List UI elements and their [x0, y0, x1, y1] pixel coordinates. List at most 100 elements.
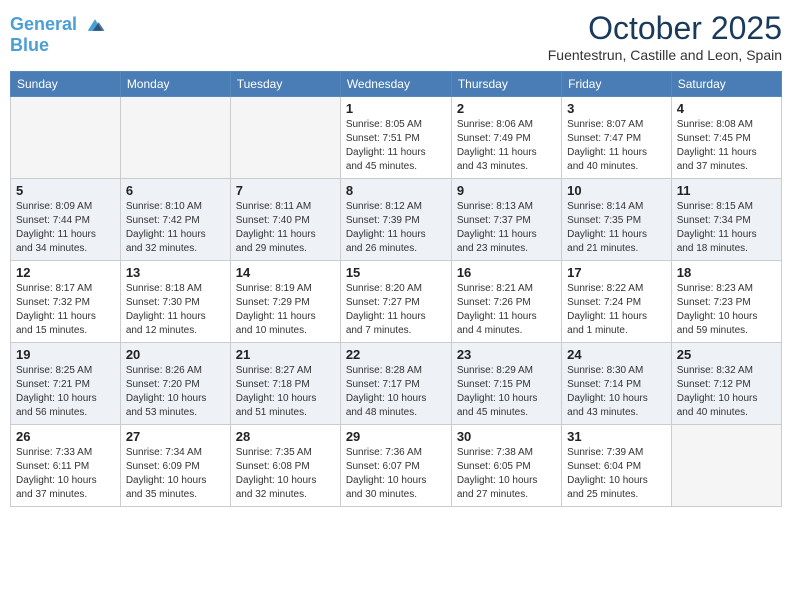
day-info: Sunrise: 7:34 AM Sunset: 6:09 PM Dayligh… [126, 446, 225, 502]
day-number: 19 [16, 347, 115, 362]
calendar-cell: 9 Sunrise: 8:13 AM Sunset: 7:37 PM Daylig… [451, 179, 561, 261]
calendar-cell [230, 97, 340, 179]
day-info: Sunrise: 8:29 AM Sunset: 7:15 PM Dayligh… [457, 364, 556, 420]
calendar-cell: 12Sunrise: 8:17 AM Sunset: 7:32 PM Dayli… [11, 261, 121, 343]
day-number: 21 [236, 347, 335, 362]
calendar-cell: 26 Sunrise: 7:33 AM Sunset: 6:11 PM Dayli… [11, 425, 121, 507]
location: Fuentestrun, Castille and Leon, Spain [548, 47, 782, 63]
day-info: Sunrise: 8:07 AM Sunset: 7:47 PM Dayligh… [567, 118, 666, 174]
day-info: Sunrise: 7:35 AM Sunset: 6:08 PM Dayligh… [236, 446, 335, 502]
day-info: Sunrise: 8:10 AM Sunset: 7:42 PM Dayligh… [126, 200, 225, 256]
calendar-cell [120, 97, 230, 179]
calendar-cell: 10 Sunrise: 8:14 AM Sunset: 7:35 PM Dayli… [562, 179, 672, 261]
weekday-header-wednesday: Wednesday [340, 72, 451, 97]
day-number: 15 [346, 265, 446, 280]
day-number: 9 [457, 183, 556, 198]
weekday-header-thursday: Thursday [451, 72, 561, 97]
calendar-week-3: 12Sunrise: 8:17 AM Sunset: 7:32 PM Dayli… [11, 261, 782, 343]
calendar-cell: 16Sunrise: 8:21 AM Sunset: 7:26 PM Dayli… [451, 261, 561, 343]
day-info: Sunrise: 8:25 AM Sunset: 7:21 PM Dayligh… [16, 364, 115, 420]
calendar-cell: 29 Sunrise: 7:36 AM Sunset: 6:07 PM Dayli… [340, 425, 451, 507]
day-info: Sunrise: 8:11 AM Sunset: 7:40 PM Dayligh… [236, 200, 335, 256]
day-number: 20 [126, 347, 225, 362]
day-info: Sunrise: 8:20 AM Sunset: 7:27 PM Dayligh… [346, 282, 446, 338]
day-info: Sunrise: 8:22 AM Sunset: 7:24 PM Dayligh… [567, 282, 666, 338]
calendar-cell: 6 Sunrise: 8:10 AM Sunset: 7:42 PM Daylig… [120, 179, 230, 261]
calendar-cell: 5 Sunrise: 8:09 AM Sunset: 7:44 PM Daylig… [11, 179, 121, 261]
day-info: Sunrise: 8:15 AM Sunset: 7:34 PM Dayligh… [677, 200, 776, 256]
calendar-cell: 11 Sunrise: 8:15 AM Sunset: 7:34 PM Dayli… [671, 179, 781, 261]
weekday-header-monday: Monday [120, 72, 230, 97]
calendar-cell: 31Sunrise: 7:39 AM Sunset: 6:04 PM Dayli… [562, 425, 672, 507]
day-info: Sunrise: 8:09 AM Sunset: 7:44 PM Dayligh… [16, 200, 115, 256]
calendar-cell: 4Sunrise: 8:08 AM Sunset: 7:45 PM Daylig… [671, 97, 781, 179]
calendar-cell: 22 Sunrise: 8:28 AM Sunset: 7:17 PM Dayli… [340, 343, 451, 425]
calendar-week-4: 19 Sunrise: 8:25 AM Sunset: 7:21 PM Dayli… [11, 343, 782, 425]
day-info: Sunrise: 7:39 AM Sunset: 6:04 PM Dayligh… [567, 446, 666, 502]
calendar-cell [11, 97, 121, 179]
calendar-cell: 18Sunrise: 8:23 AM Sunset: 7:23 PM Dayli… [671, 261, 781, 343]
calendar-cell: 23 Sunrise: 8:29 AM Sunset: 7:15 PM Dayli… [451, 343, 561, 425]
day-info: Sunrise: 8:13 AM Sunset: 7:37 PM Dayligh… [457, 200, 556, 256]
day-number: 10 [567, 183, 666, 198]
calendar-cell: 1Sunrise: 8:05 AM Sunset: 7:51 PM Daylig… [340, 97, 451, 179]
day-number: 27 [126, 429, 225, 444]
day-number: 22 [346, 347, 446, 362]
day-info: Sunrise: 8:12 AM Sunset: 7:39 PM Dayligh… [346, 200, 446, 256]
day-number: 2 [457, 101, 556, 116]
day-info: Sunrise: 8:23 AM Sunset: 7:23 PM Dayligh… [677, 282, 776, 338]
day-info: Sunrise: 8:14 AM Sunset: 7:35 PM Dayligh… [567, 200, 666, 256]
calendar-cell: 15 Sunrise: 8:20 AM Sunset: 7:27 PM Dayli… [340, 261, 451, 343]
day-number: 5 [16, 183, 115, 198]
logo: General Blue [10, 14, 106, 56]
day-number: 24 [567, 347, 666, 362]
calendar-cell [671, 425, 781, 507]
calendar-week-5: 26 Sunrise: 7:33 AM Sunset: 6:11 PM Dayli… [11, 425, 782, 507]
day-number: 13 [126, 265, 225, 280]
day-number: 17 [567, 265, 666, 280]
calendar-cell: 13 Sunrise: 8:18 AM Sunset: 7:30 PM Dayli… [120, 261, 230, 343]
weekday-header-tuesday: Tuesday [230, 72, 340, 97]
day-info: Sunrise: 8:28 AM Sunset: 7:17 PM Dayligh… [346, 364, 446, 420]
day-number: 25 [677, 347, 776, 362]
day-number: 6 [126, 183, 225, 198]
day-number: 23 [457, 347, 556, 362]
weekday-header-row: SundayMondayTuesdayWednesdayThursdayFrid… [11, 72, 782, 97]
day-info: Sunrise: 7:33 AM Sunset: 6:11 PM Dayligh… [16, 446, 115, 502]
day-number: 26 [16, 429, 115, 444]
calendar-cell: 20Sunrise: 8:26 AM Sunset: 7:20 PM Dayli… [120, 343, 230, 425]
calendar-cell: 25Sunrise: 8:32 AM Sunset: 7:12 PM Dayli… [671, 343, 781, 425]
day-number: 30 [457, 429, 556, 444]
day-info: Sunrise: 8:18 AM Sunset: 7:30 PM Dayligh… [126, 282, 225, 338]
weekday-header-friday: Friday [562, 72, 672, 97]
day-number: 14 [236, 265, 335, 280]
day-info: Sunrise: 8:19 AM Sunset: 7:29 PM Dayligh… [236, 282, 335, 338]
calendar-cell: 7 Sunrise: 8:11 AM Sunset: 7:40 PM Daylig… [230, 179, 340, 261]
day-number: 8 [346, 183, 446, 198]
calendar-cell: 14 Sunrise: 8:19 AM Sunset: 7:29 PM Dayli… [230, 261, 340, 343]
day-number: 1 [346, 101, 446, 116]
day-info: Sunrise: 7:36 AM Sunset: 6:07 PM Dayligh… [346, 446, 446, 502]
day-number: 12 [16, 265, 115, 280]
calendar-cell: 30Sunrise: 7:38 AM Sunset: 6:05 PM Dayli… [451, 425, 561, 507]
day-number: 7 [236, 183, 335, 198]
weekday-header-saturday: Saturday [671, 72, 781, 97]
day-number: 3 [567, 101, 666, 116]
calendar-cell: 17 Sunrise: 8:22 AM Sunset: 7:24 PM Dayli… [562, 261, 672, 343]
day-number: 16 [457, 265, 556, 280]
calendar-week-2: 5 Sunrise: 8:09 AM Sunset: 7:44 PM Daylig… [11, 179, 782, 261]
calendar-week-1: 1Sunrise: 8:05 AM Sunset: 7:51 PM Daylig… [11, 97, 782, 179]
day-info: Sunrise: 8:06 AM Sunset: 7:49 PM Dayligh… [457, 118, 556, 174]
calendar-cell: 19 Sunrise: 8:25 AM Sunset: 7:21 PM Dayli… [11, 343, 121, 425]
day-number: 29 [346, 429, 446, 444]
calendar-table: SundayMondayTuesdayWednesdayThursdayFrid… [10, 71, 782, 507]
day-number: 11 [677, 183, 776, 198]
month-title: October 2025 [548, 10, 782, 47]
calendar-cell: 24Sunrise: 8:30 AM Sunset: 7:14 PM Dayli… [562, 343, 672, 425]
day-info: Sunrise: 8:27 AM Sunset: 7:18 PM Dayligh… [236, 364, 335, 420]
calendar-cell: 2 Sunrise: 8:06 AM Sunset: 7:49 PM Daylig… [451, 97, 561, 179]
calendar-cell: 21 Sunrise: 8:27 AM Sunset: 7:18 PM Dayli… [230, 343, 340, 425]
weekday-header-sunday: Sunday [11, 72, 121, 97]
calendar-cell: 28Sunrise: 7:35 AM Sunset: 6:08 PM Dayli… [230, 425, 340, 507]
title-block: October 2025 Fuentestrun, Castille and L… [548, 10, 782, 63]
